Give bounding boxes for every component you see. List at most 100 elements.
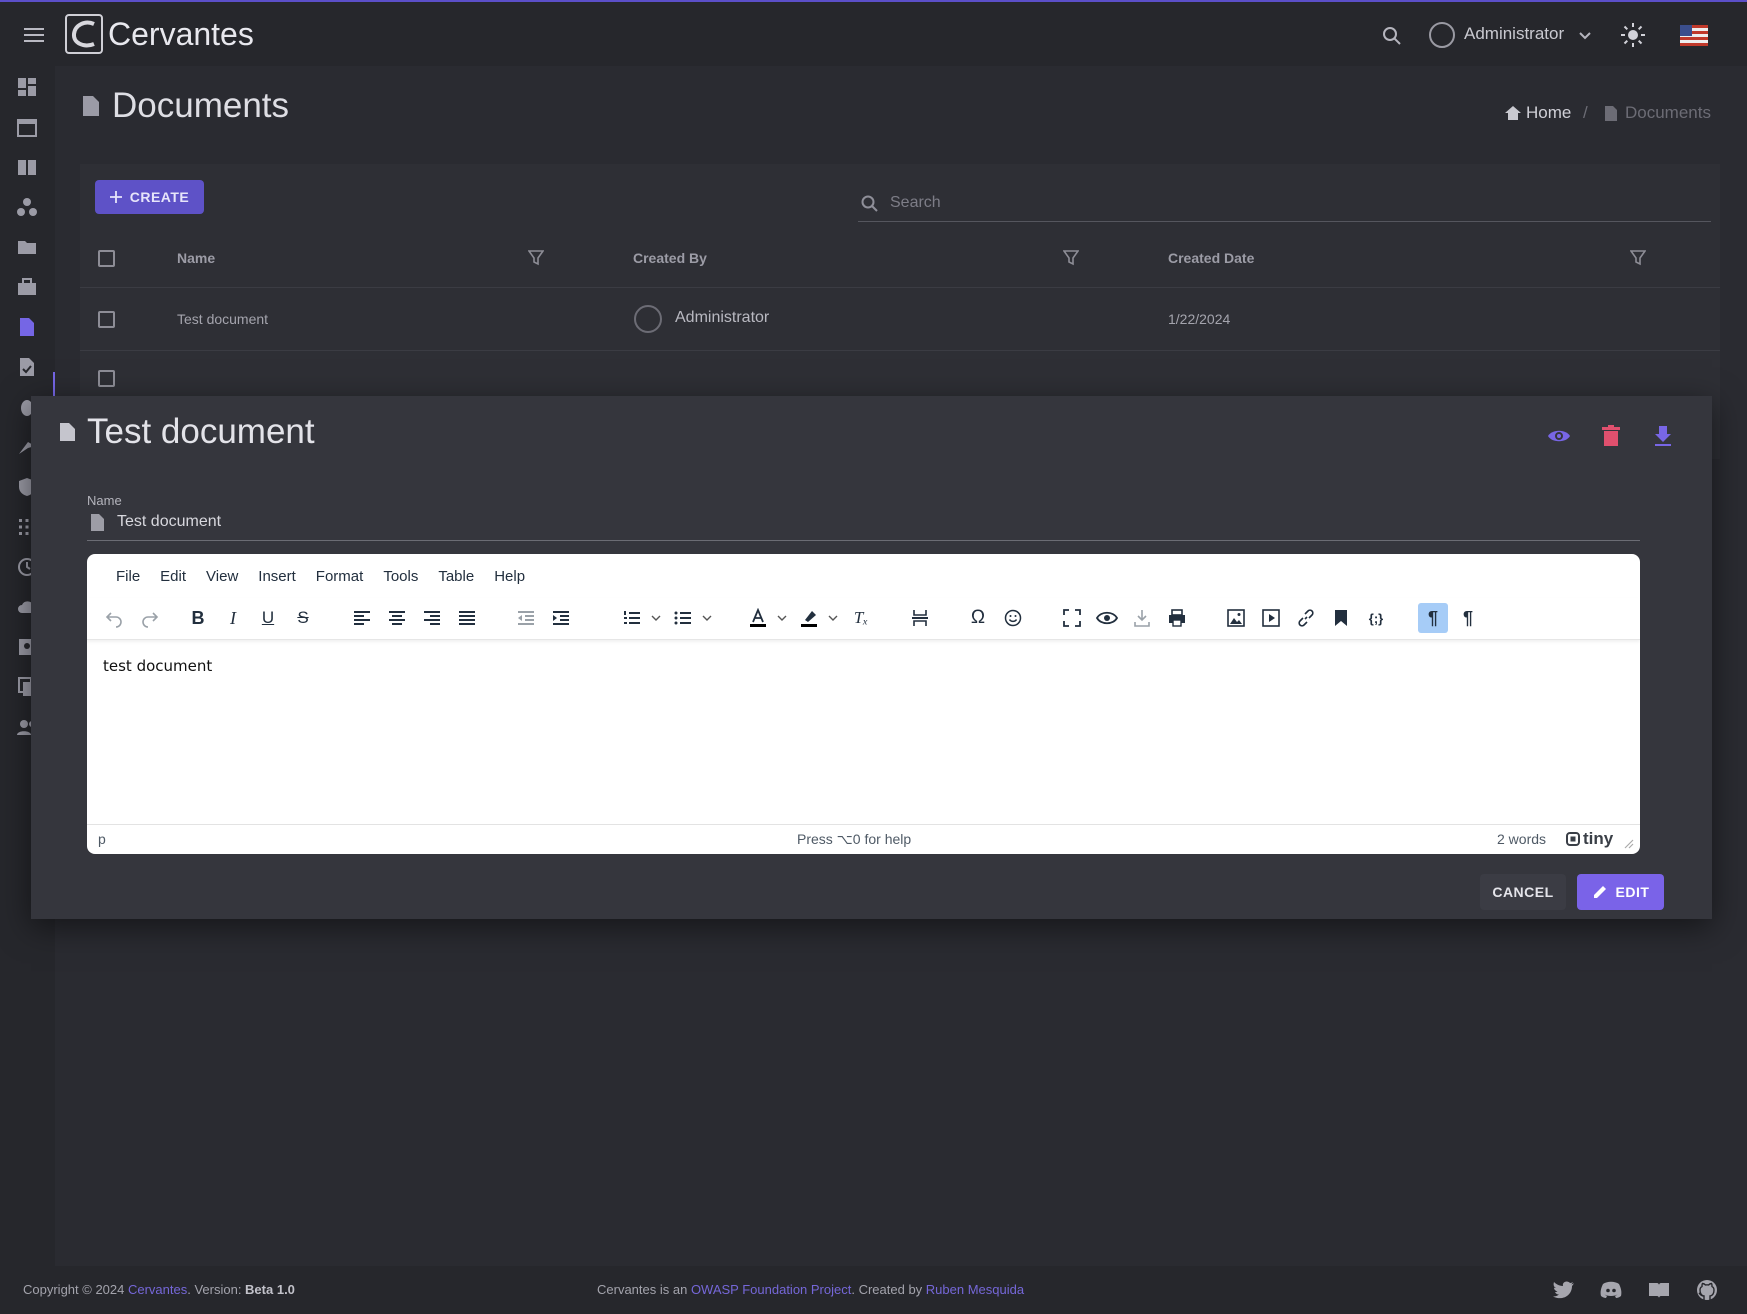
hamburger-menu-icon[interactable] bbox=[20, 22, 50, 48]
align-right-icon[interactable] bbox=[417, 603, 447, 633]
column-header-created-date[interactable]: Created Date bbox=[1168, 250, 1254, 266]
book-icon[interactable] bbox=[16, 156, 38, 178]
preview-eye-icon[interactable] bbox=[1546, 423, 1572, 449]
github-icon[interactable] bbox=[1695, 1279, 1719, 1301]
text-color-chevron-icon[interactable] bbox=[777, 613, 787, 623]
redo-icon[interactable] bbox=[135, 603, 165, 633]
menu-file[interactable]: File bbox=[107, 564, 149, 589]
footer-brand-link[interactable]: Cervantes bbox=[128, 1282, 187, 1297]
tiny-branding[interactable]: tiny bbox=[1566, 829, 1613, 849]
document-check-icon[interactable] bbox=[16, 356, 38, 378]
preview-icon[interactable] bbox=[1092, 603, 1122, 633]
menu-insert[interactable]: Insert bbox=[249, 564, 305, 589]
emoji-icon[interactable] bbox=[998, 603, 1028, 633]
outdent-icon[interactable] bbox=[511, 603, 541, 633]
search-field[interactable] bbox=[858, 190, 1711, 222]
column-header-created-by[interactable]: Created By bbox=[633, 250, 707, 266]
documents-icon[interactable] bbox=[16, 316, 38, 338]
editor-paragraph[interactable]: test document bbox=[103, 657, 1624, 675]
align-center-icon[interactable] bbox=[382, 603, 412, 633]
breadcrumb-home[interactable]: Home bbox=[1526, 103, 1571, 123]
bold-icon[interactable]: B bbox=[183, 603, 213, 633]
briefcase-icon[interactable] bbox=[16, 276, 38, 298]
element-path[interactable]: p bbox=[98, 831, 106, 847]
edit-button[interactable]: EDIT bbox=[1577, 874, 1664, 910]
menu-view[interactable]: View bbox=[197, 564, 247, 589]
resize-handle-icon[interactable] bbox=[1624, 839, 1634, 849]
name-input[interactable] bbox=[117, 513, 1617, 531]
insert-media-icon[interactable] bbox=[1256, 603, 1286, 633]
name-field[interactable] bbox=[87, 510, 1640, 541]
numbered-list-icon[interactable] bbox=[617, 603, 647, 633]
logo-icon[interactable] bbox=[65, 14, 103, 54]
undo-icon[interactable] bbox=[99, 603, 129, 633]
italic-icon[interactable]: I bbox=[218, 603, 248, 633]
created-date-filter-icon[interactable] bbox=[1630, 249, 1646, 266]
row-name[interactable]: Test document bbox=[177, 311, 268, 327]
clear-formatting-icon[interactable]: Tₓ bbox=[846, 603, 876, 633]
editor-content[interactable]: test document bbox=[87, 641, 1640, 824]
text-color-icon[interactable] bbox=[743, 603, 773, 633]
created-by-filter-icon[interactable] bbox=[1063, 249, 1079, 266]
owasp-link[interactable]: OWASP Foundation Project bbox=[691, 1282, 851, 1297]
folder-icon[interactable] bbox=[16, 236, 38, 258]
search-icon[interactable] bbox=[1380, 24, 1404, 48]
owasp-prefix: Cervantes is an bbox=[597, 1282, 691, 1297]
print-icon[interactable] bbox=[1162, 603, 1192, 633]
cancel-button[interactable]: CANCEL bbox=[1480, 874, 1566, 910]
select-all-checkbox[interactable] bbox=[98, 250, 115, 267]
page-document-icon bbox=[82, 95, 100, 117]
align-left-icon[interactable] bbox=[347, 603, 377, 633]
breadcrumb-current: Documents bbox=[1625, 103, 1711, 122]
download-icon[interactable] bbox=[1650, 423, 1676, 449]
fullscreen-icon[interactable] bbox=[1057, 603, 1087, 633]
highlight-color-chevron-icon[interactable] bbox=[828, 613, 838, 623]
calendar-icon[interactable] bbox=[16, 116, 38, 138]
column-header-name[interactable]: Name bbox=[177, 250, 215, 266]
right-to-left-icon[interactable]: ¶ bbox=[1453, 603, 1483, 633]
create-button[interactable]: CREATE bbox=[95, 180, 204, 214]
indent-icon[interactable] bbox=[546, 603, 576, 633]
menu-help[interactable]: Help bbox=[485, 564, 534, 589]
bullet-list-icon[interactable] bbox=[668, 603, 698, 633]
search-input[interactable] bbox=[890, 194, 1690, 212]
insert-link-icon[interactable] bbox=[1291, 603, 1321, 633]
export-icon[interactable] bbox=[1127, 603, 1157, 633]
delete-icon[interactable] bbox=[1598, 423, 1624, 449]
code-sample-icon[interactable]: {;} bbox=[1361, 603, 1391, 633]
rich-text-editor: File Edit View Insert Format Tools Table… bbox=[87, 554, 1640, 854]
menu-edit[interactable]: Edit bbox=[151, 564, 195, 589]
menu-format[interactable]: Format bbox=[307, 564, 373, 589]
numbered-list-chevron-icon[interactable] bbox=[651, 613, 661, 623]
strikethrough-icon[interactable]: S bbox=[288, 603, 318, 633]
author-link[interactable]: Ruben Mesquida bbox=[926, 1282, 1024, 1297]
menu-tools[interactable]: Tools bbox=[374, 564, 427, 589]
insert-image-icon[interactable] bbox=[1221, 603, 1251, 633]
language-flag-icon[interactable] bbox=[1680, 25, 1708, 46]
twitter-icon[interactable] bbox=[1552, 1279, 1576, 1301]
special-character-icon[interactable]: Ω bbox=[963, 603, 993, 633]
documentation-book-icon[interactable] bbox=[1647, 1279, 1671, 1301]
underline-icon[interactable]: U bbox=[253, 603, 283, 633]
highlight-color-icon[interactable] bbox=[794, 603, 824, 633]
user-name[interactable]: Administrator bbox=[1464, 24, 1564, 44]
group-icon[interactable] bbox=[16, 196, 38, 218]
dashboard-icon[interactable] bbox=[16, 76, 38, 98]
row-checkbox[interactable] bbox=[98, 370, 115, 387]
page-break-icon[interactable] bbox=[905, 603, 935, 633]
menu-table[interactable]: Table bbox=[429, 564, 483, 589]
chevron-down-icon[interactable] bbox=[1578, 29, 1592, 43]
bullet-list-chevron-icon[interactable] bbox=[702, 613, 712, 623]
home-icon[interactable] bbox=[1504, 104, 1522, 122]
row-checkbox[interactable] bbox=[98, 311, 115, 328]
breadcrumb-document-icon bbox=[1604, 105, 1618, 122]
discord-icon[interactable] bbox=[1599, 1279, 1623, 1301]
brand-name[interactable]: Cervantes bbox=[108, 16, 254, 53]
bookmark-anchor-icon[interactable] bbox=[1326, 603, 1356, 633]
align-justify-icon[interactable] bbox=[452, 603, 482, 633]
user-avatar[interactable] bbox=[1429, 22, 1455, 48]
word-count[interactable]: 2 words bbox=[1497, 831, 1546, 847]
theme-toggle-sun-icon[interactable] bbox=[1620, 22, 1646, 48]
name-filter-icon[interactable] bbox=[528, 249, 544, 266]
left-to-right-icon[interactable]: ¶ bbox=[1418, 603, 1448, 633]
